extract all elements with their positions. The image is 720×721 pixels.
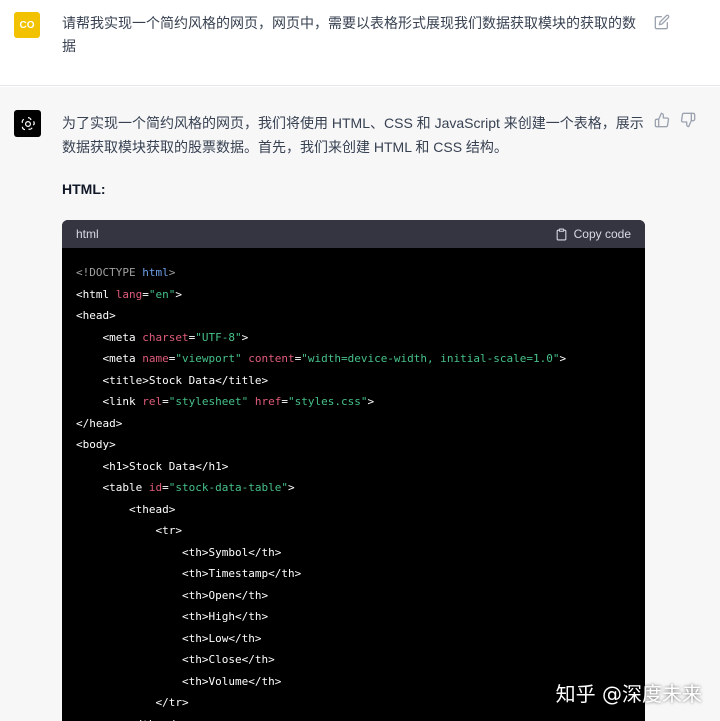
user-message-text: 请帮我实现一个简约风格的网页，网页中，需要以表格形式展现我们数据获取模块的获取的… [62, 15, 636, 54]
code-content: <!DOCTYPE html> <html lang="en"> <head> <m… [62, 248, 645, 721]
section-title-html: HTML: [62, 181, 106, 197]
code-line: <th>Symbol</th> [181, 545, 282, 559]
code-line: <link rel="stylesheet" href="styles.css"… [102, 395, 375, 408]
code-line: <th>Open</th> [181, 588, 269, 602]
code-block: html Copy code <!DOCTYPE html> <html lang… [62, 220, 645, 721]
code-language-label: html [76, 227, 99, 241]
code-line: <h1>Stock Data</h1> [102, 459, 229, 473]
copy-code-label: Copy code [573, 227, 631, 241]
user-avatar: CO [14, 12, 40, 38]
code-line: <meta charset="UTF-8"> [102, 330, 249, 344]
code-line: <body> [76, 438, 116, 451]
code-line: <!DOCTYPE html> [76, 266, 176, 279]
clipboard-icon [556, 228, 566, 240]
code-line: </thead> [76, 714, 631, 721]
code-line: <th>Volume</th> [181, 674, 282, 688]
openai-logo-icon [14, 110, 41, 137]
code-line: <title>Stock Data</title> [102, 373, 269, 387]
code-line: <head> [76, 309, 116, 322]
code-line: </head> [76, 416, 123, 430]
assistant-intro-text: 为了实现一个简约风格的网页，我们将使用 HTML、CSS 和 JavaScrip… [62, 115, 644, 155]
code-line: <html lang="en"> [76, 287, 182, 301]
code-line: <meta name="viewport" content="width=dev… [102, 352, 567, 365]
code-line: <th>High</th> [181, 610, 269, 623]
thumbs-down-icon[interactable] [680, 112, 696, 128]
code-line: <table id="stock-data-table"> [102, 481, 295, 494]
code-line: <tr> [155, 524, 182, 537]
code-header: html Copy code [62, 220, 645, 248]
thumbs-up-icon[interactable] [654, 112, 670, 128]
code-line: <th>Timestamp</th> [181, 567, 302, 580]
edit-icon[interactable] [654, 14, 670, 30]
watermark: 知乎 @深度未来 [555, 682, 702, 706]
code-line: <th>Low</th> [181, 631, 262, 645]
code-line: <th>Close</th> [181, 653, 275, 666]
copy-code-button[interactable]: Copy code [555, 227, 631, 241]
assistant-message-row: 为了实现一个简约风格的网页，我们将使用 HTML、CSS 和 JavaScrip… [0, 87, 720, 721]
code-line: </tr> [155, 696, 189, 709]
user-message-row: CO 请帮我实现一个简约风格的网页，网页中，需要以表格形式展现我们数据获取模块的… [0, 0, 720, 86]
code-line: <thead> [128, 502, 176, 516]
